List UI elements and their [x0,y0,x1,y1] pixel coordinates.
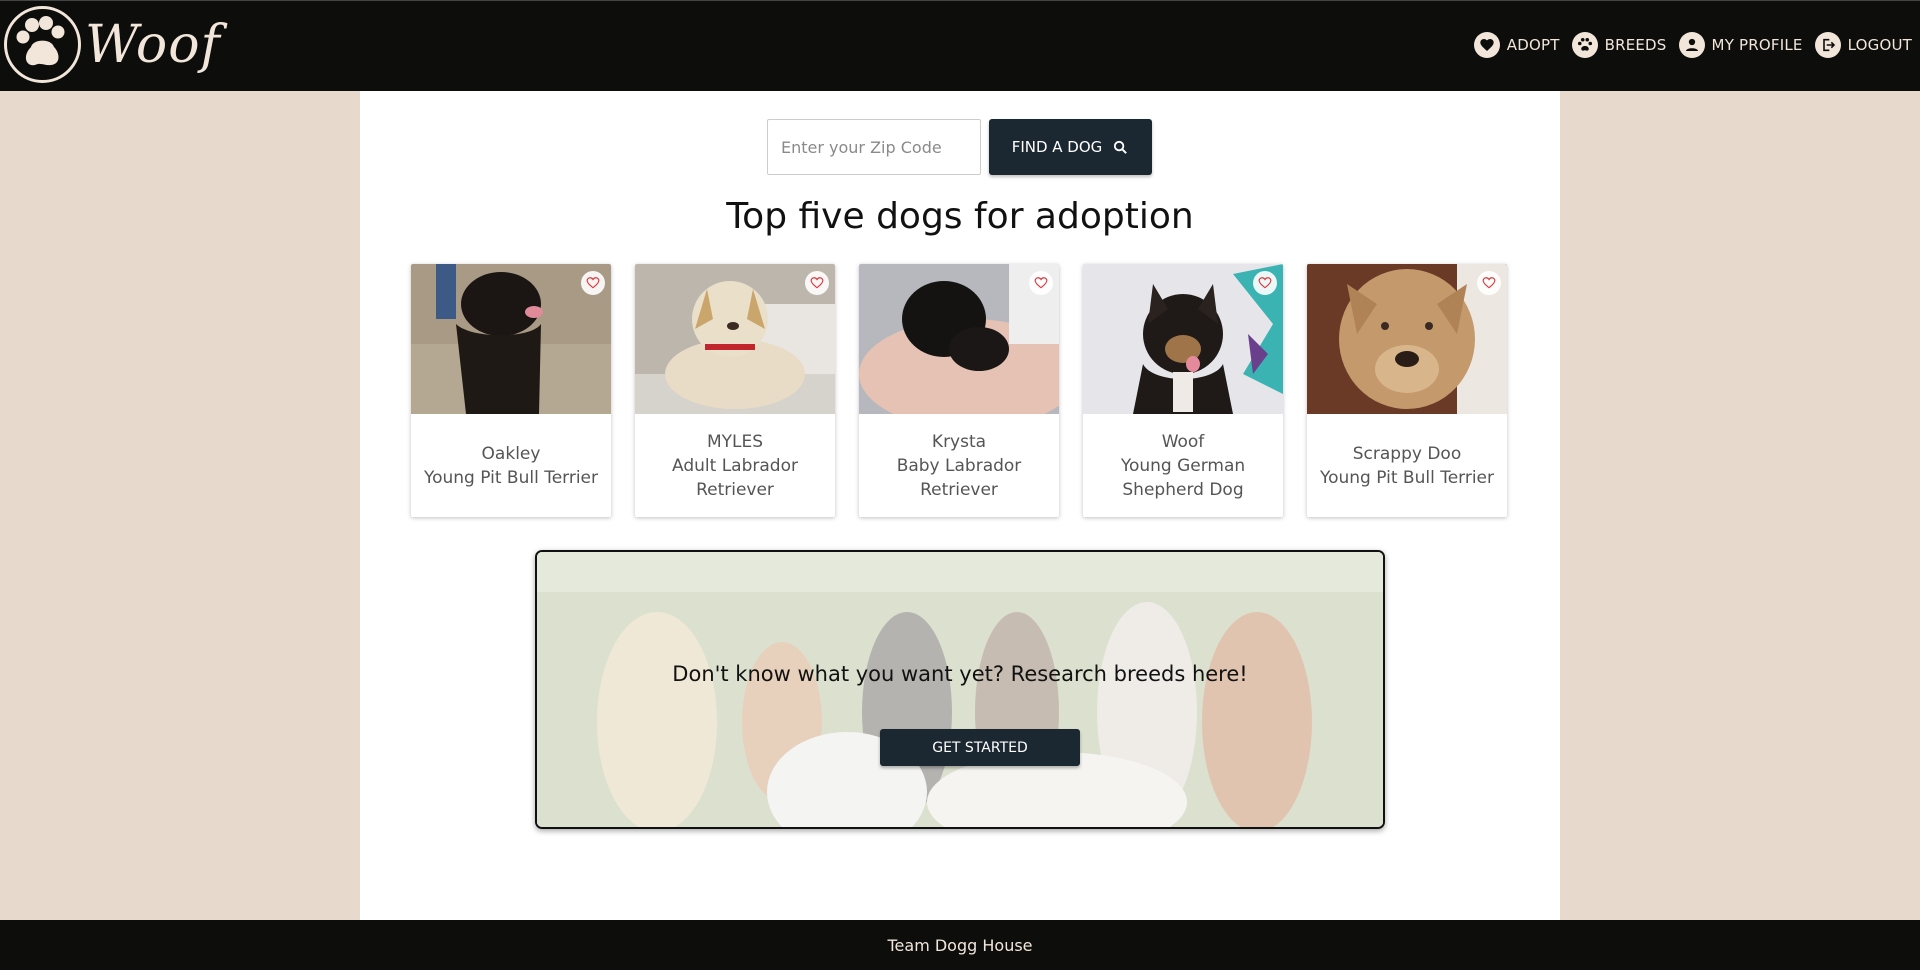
dog-name: MYLES [706,431,764,452]
research-breeds-banner: Don't know what you want yet? Research b… [535,550,1385,829]
main-nav: ADOPT BREEDS MY PROFILE LOGOUT [1462,32,1912,58]
dog-photo [411,264,611,414]
dog-photo [1083,264,1283,414]
favorite-heart-icon[interactable] [1253,271,1277,295]
nav-breeds[interactable]: BREEDS [1571,32,1667,58]
nav-adopt[interactable]: ADOPT [1473,32,1560,58]
favorite-heart-icon[interactable] [805,271,829,295]
main-content: FIND A DOG Top five dogs for adoption [360,91,1560,920]
dog-info: Krysta Baby Labrador Retriever [859,414,1059,517]
zip-code-input[interactable] [767,119,981,175]
logo-text: Woof [85,14,221,75]
dog-card-list: Oakley Young Pit Bull Terrier MYLES Adul… [411,264,1507,517]
dog-info: Woof Young German Shepherd Dog [1083,414,1283,517]
get-started-button[interactable]: GET STARTED [880,729,1080,766]
page-footer: Team Dogg House [0,920,1920,970]
dog-description: Young Pit Bull Terrier [423,467,599,488]
heart-icon [1473,32,1500,58]
dog-card[interactable]: MYLES Adult Labrador Retriever [635,264,835,517]
logout-icon [1814,32,1841,58]
zip-search-bar: FIND A DOG [767,119,1152,175]
dog-info: Oakley Young Pit Bull Terrier [411,414,611,517]
banner-title: Don't know what you want yet? Research b… [672,662,1248,686]
dog-name: Oakley [481,443,541,464]
dog-description: Young German Shepherd Dog [1120,455,1246,500]
dog-info: Scrappy Doo Young Pit Bull Terrier [1307,414,1507,517]
favorite-heart-icon[interactable] [1029,271,1053,295]
paw-logo-icon [4,6,81,83]
dog-card[interactable]: Woof Young German Shepherd Dog [1083,264,1283,517]
dog-description: Baby Labrador Retriever [896,455,1022,500]
footer-text: Team Dogg House [887,935,1033,955]
nav-breeds-label: BREEDS [1604,36,1667,54]
dog-info: MYLES Adult Labrador Retriever [635,414,835,517]
dog-photo [1307,264,1507,414]
dog-card[interactable]: Oakley Young Pit Bull Terrier [411,264,611,517]
dog-photo [859,264,1059,414]
top-header: Woof ADOPT BREEDS MY PROFILE LOGOUT [0,0,1920,91]
dog-description: Adult Labrador Retriever [672,455,798,500]
dog-description: Young Pit Bull Terrier [1319,467,1495,488]
nav-my-profile-label: MY PROFILE [1711,36,1803,54]
search-icon [1114,140,1128,154]
dog-name: Krysta [931,431,987,452]
paw-icon [1571,32,1598,58]
find-a-dog-label: FIND A DOG [1011,138,1103,156]
dog-card[interactable]: Scrappy Doo Young Pit Bull Terrier [1307,264,1507,517]
find-a-dog-button[interactable]: FIND A DOG [989,119,1152,175]
nav-adopt-label: ADOPT [1506,36,1560,54]
logo[interactable]: Woof [4,6,221,83]
page-title: Top five dogs for adoption [726,196,1194,237]
nav-logout-label: LOGOUT [1847,36,1912,54]
dog-card[interactable]: Krysta Baby Labrador Retriever [859,264,1059,517]
dogs-background-image [537,552,1383,827]
favorite-heart-icon[interactable] [1477,271,1501,295]
nav-my-profile[interactable]: MY PROFILE [1678,32,1803,58]
user-icon [1678,32,1705,58]
favorite-heart-icon[interactable] [581,271,605,295]
dog-name: Woof [1161,431,1205,452]
nav-logout[interactable]: LOGOUT [1814,32,1912,58]
dog-photo [635,264,835,414]
dog-name: Scrappy Doo [1352,443,1462,464]
